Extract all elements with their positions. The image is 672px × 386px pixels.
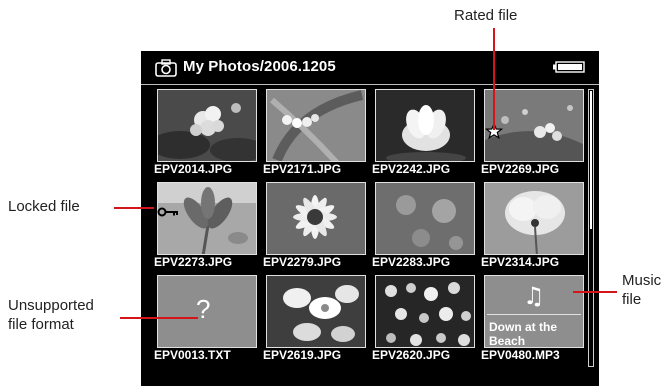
scrollbar[interactable] (588, 89, 594, 367)
file-tile[interactable]: EPV2269.JPG (481, 89, 585, 181)
unsupported-callout-line1: Unsupported (8, 297, 94, 314)
locked-leader-line (114, 207, 154, 209)
photo-thumbnail (375, 89, 475, 162)
file-name: EPV2014.JPG (154, 162, 233, 176)
photo-thumbnail (266, 89, 366, 162)
photo-thumbnail (375, 182, 475, 255)
file-name: EPV2279.JPG (263, 255, 342, 269)
camera-icon (155, 59, 177, 77)
file-tile[interactable]: EPV2620.JPG (372, 275, 476, 367)
rated-leader-line (493, 28, 495, 130)
file-name: EPV2269.JPG (481, 162, 560, 176)
battery-icon (553, 61, 585, 73)
unsupported-file-thumbnail: ? (157, 275, 257, 348)
folder-path-title: My Photos/2006.1205 (183, 58, 336, 75)
music-callout-line1: Music (622, 272, 662, 289)
photo-thumbnail (484, 182, 584, 255)
file-name: EPV2242.JPG (372, 162, 451, 176)
photo-thumbnail (266, 182, 366, 255)
file-name: EPV0013.TXT (154, 348, 231, 362)
viewer-screen: My Photos/2006.1205 EPV2014.JPG EPV2171.… (141, 51, 599, 386)
question-mark-icon: ? (196, 294, 211, 324)
music-note-icon: ♫ (523, 282, 545, 310)
file-tile[interactable]: EPV2273.JPG (154, 182, 258, 274)
file-tile[interactable]: EPV2314.JPG (481, 182, 585, 274)
rated-file-callout: Rated file (454, 7, 518, 24)
file-tile[interactable]: EPV2171.JPG (263, 89, 367, 181)
locked-file-callout: Locked file (8, 198, 80, 215)
file-name: EPV0480.MP3 (481, 348, 560, 362)
track-title: Down at the Beach (489, 320, 557, 348)
key-icon (157, 207, 178, 217)
divider (487, 314, 581, 315)
file-tile[interactable]: EPV2279.JPG (263, 182, 367, 274)
file-name: EPV2283.JPG (372, 255, 451, 269)
file-tile[interactable]: EPV2014.JPG (154, 89, 258, 181)
title-bar: My Photos/2006.1205 (141, 51, 599, 85)
file-name: EPV2273.JPG (154, 255, 233, 269)
file-name: EPV2171.JPG (263, 162, 342, 176)
file-tile[interactable]: EPV2619.JPG (263, 275, 367, 367)
file-tile[interactable]: ♫ Down at the Beach EPV0480.MP3 (481, 275, 585, 367)
file-tile[interactable]: EPV2242.JPG (372, 89, 476, 181)
unsupported-leader-line (120, 317, 198, 319)
photo-thumbnail (157, 182, 257, 255)
photo-thumbnail (157, 89, 257, 162)
music-file-thumbnail: ♫ Down at the Beach (484, 275, 584, 348)
file-name: EPV2620.JPG (372, 348, 451, 362)
file-name: EPV2314.JPG (481, 255, 560, 269)
photo-thumbnail (375, 275, 475, 348)
file-tile[interactable]: ? EPV0013.TXT (154, 275, 258, 367)
file-name: EPV2619.JPG (263, 348, 342, 362)
music-callout-line2: file (622, 291, 642, 308)
music-leader-line (573, 291, 617, 293)
unsupported-callout-line2: file format (8, 316, 74, 333)
file-tile[interactable]: EPV2283.JPG (372, 182, 476, 274)
photo-thumbnail (266, 275, 366, 348)
scrollbar-thumb[interactable] (590, 91, 592, 229)
